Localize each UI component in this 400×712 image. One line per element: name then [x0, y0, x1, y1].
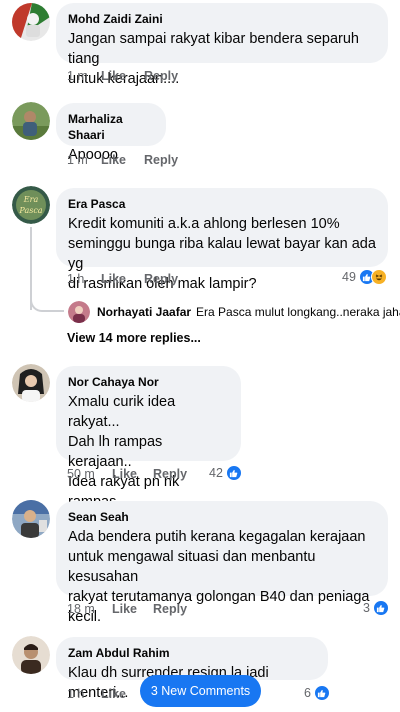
avatar[interactable]	[12, 102, 50, 140]
like-button[interactable]: Like	[101, 687, 144, 701]
comment-bubble: Marhaliza Shaari Apoooo	[56, 103, 166, 163]
comment-author[interactable]: Nor Cahaya Nor	[68, 374, 229, 390]
reply-text: Era Pasca mulut longkang..neraka jaha...	[196, 305, 400, 319]
like-reaction-icon	[372, 600, 389, 616]
comment-time[interactable]: 1 h	[67, 272, 101, 286]
like-button[interactable]: Like	[101, 69, 144, 83]
reply-button[interactable]: Reply	[144, 153, 178, 167]
comment-time[interactable]: 1 m	[67, 153, 101, 167]
new-comments-button[interactable]: 3 New Comments	[140, 675, 261, 707]
reaction-count: 49	[342, 270, 356, 284]
avatar[interactable]: Era Pasca	[12, 186, 50, 224]
reaction-count: 6	[304, 686, 311, 700]
comment-actions: 1 h Like Reply	[67, 272, 178, 286]
reaction-summary[interactable]: 3	[363, 600, 389, 616]
reply-author[interactable]: Norhayati Jaafar	[97, 305, 191, 319]
comment-bubble: Nor Cahaya Nor Xmalu curik idea rakyat..…	[56, 366, 241, 530]
like-button[interactable]: Like	[112, 467, 153, 481]
reply-button[interactable]: Reply	[153, 467, 187, 481]
reply-button[interactable]: Reply	[144, 272, 178, 286]
svg-text:Era: Era	[23, 195, 39, 204]
comment-time[interactable]: 18 m	[67, 602, 112, 616]
avatar[interactable]	[12, 3, 50, 41]
comment-bubble: Era Pasca Kredit komuniti a.k.a ahlong b…	[56, 188, 388, 292]
like-button[interactable]: Like	[101, 272, 144, 286]
comment-author[interactable]: Sean Seah	[68, 509, 376, 525]
comment-time[interactable]: 50 m	[67, 467, 112, 481]
reply-button[interactable]: Reply	[153, 602, 187, 616]
comment-time[interactable]: 1 m	[67, 69, 101, 83]
view-more-replies-link[interactable]: View 14 more replies...	[67, 331, 201, 345]
avatar[interactable]	[68, 301, 90, 323]
thread-connector	[30, 296, 64, 312]
comment-actions: 1 m Like Reply	[67, 153, 178, 167]
comment-actions: 1 m Like Reply	[67, 69, 178, 83]
like-reaction-icon	[225, 465, 242, 481]
comment-actions: 1 h Like	[67, 687, 144, 701]
comment-actions: 50 m Like Reply	[67, 467, 187, 481]
reply-button[interactable]: Reply	[144, 69, 178, 83]
comment-actions: 18 m Like Reply	[67, 602, 187, 616]
reaction-count: 3	[363, 601, 370, 615]
like-button[interactable]: Like	[112, 602, 153, 616]
svg-text:Pasca: Pasca	[18, 206, 42, 215]
comment-bubble: Sean Seah Ada bendera putih kerana kegag…	[56, 501, 388, 625]
comment-author[interactable]: Mohd Zaidi Zaini	[68, 11, 376, 27]
comment-bubble: Mohd Zaidi Zaini Jangan sampai rakyat ki…	[56, 3, 388, 87]
avatar[interactable]	[12, 500, 50, 538]
avatar[interactable]	[12, 364, 50, 402]
comment-author[interactable]: Zam Abdul Rahim	[68, 645, 316, 661]
comment-bubble: Zam Abdul Rahim Klau dh surrender resign…	[56, 637, 328, 701]
avatar[interactable]	[12, 636, 50, 674]
reaction-summary[interactable]: 42	[209, 465, 242, 481]
like-button[interactable]: Like	[101, 153, 144, 167]
like-reaction-icon	[313, 685, 330, 701]
haha-reaction-icon	[370, 269, 387, 285]
reaction-summary[interactable]: 6	[304, 685, 330, 701]
comment-author[interactable]: Era Pasca	[68, 196, 376, 212]
comment-author[interactable]: Marhaliza Shaari	[68, 111, 154, 143]
reaction-summary[interactable]: 49	[342, 269, 387, 285]
reaction-count: 42	[209, 466, 223, 480]
comment-time[interactable]: 1 h	[67, 687, 101, 701]
nested-reply: Norhayati Jaafar Era Pasca mulut longkan…	[68, 301, 400, 323]
